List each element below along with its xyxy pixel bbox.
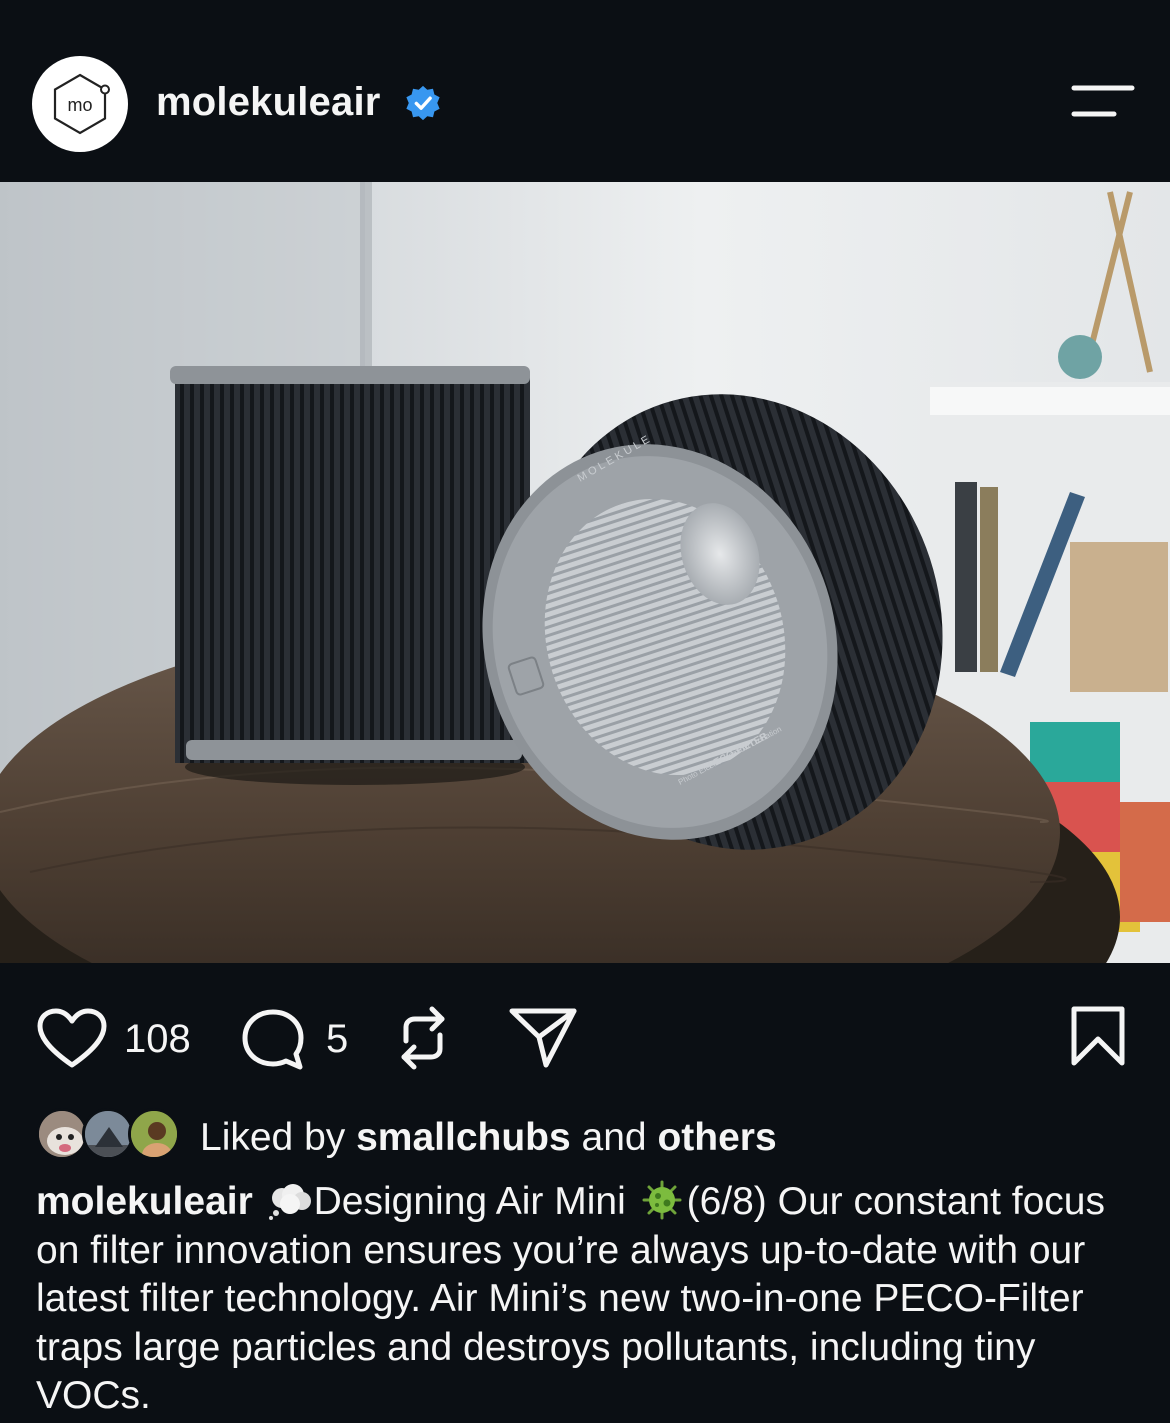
liker-avatar-3[interactable]: [128, 1108, 180, 1160]
post-action-bar: 108 5: [0, 963, 1170, 1103]
verified-badge-icon: [406, 85, 440, 121]
comment-bubble-icon[interactable]: [240, 1007, 306, 1073]
profile-avatar[interactable]: mo: [32, 56, 128, 152]
bookmark-icon[interactable]: [1070, 1005, 1126, 1067]
thought-balloon-icon: [268, 1184, 311, 1220]
post-header: mo molekuleair: [0, 0, 1170, 182]
liked-by-text: Liked by smallchubs and others: [200, 1116, 777, 1160]
liked-by-others[interactable]: others: [657, 1116, 776, 1159]
possum-avatar-icon: [39, 1111, 85, 1157]
like-count[interactable]: 108: [124, 1017, 191, 1062]
liker-avatar-2[interactable]: [82, 1108, 134, 1160]
like-heart-icon[interactable]: [36, 1007, 108, 1071]
liked-by-prefix: Liked by: [200, 1116, 357, 1159]
comment-count[interactable]: 5: [326, 1017, 348, 1062]
liked-by-row: Liked by smallchubs and others: [36, 1106, 1136, 1168]
molekule-logo-icon: mo: [53, 73, 110, 135]
liked-by-and: and: [570, 1116, 658, 1159]
header-username[interactable]: molekuleair: [156, 80, 381, 125]
filter-photo: MOLEKULE PECO-FILTER Photo Electrochemic…: [0, 182, 1170, 963]
microbe-icon: [642, 1180, 682, 1220]
share-send-icon[interactable]: [508, 1005, 578, 1069]
pyramid-avatar-icon: [85, 1111, 131, 1157]
liked-by-user[interactable]: smallchubs: [356, 1116, 571, 1159]
menu-icon[interactable]: [1068, 80, 1138, 124]
caption-part-1: Designing Air Mini: [313, 1180, 626, 1223]
post-image[interactable]: MOLEKULE PECO-FILTER Photo Electrochemic…: [0, 182, 1170, 963]
post-caption: molekuleair Designing Air Mini (6/8) Our…: [36, 1178, 1146, 1421]
liker-avatar-1[interactable]: [36, 1108, 88, 1160]
repost-icon[interactable]: [392, 1005, 454, 1071]
person-avatar-icon: [131, 1111, 177, 1157]
svg-text:mo: mo: [67, 95, 92, 115]
caption-username[interactable]: molekuleair: [36, 1180, 253, 1223]
